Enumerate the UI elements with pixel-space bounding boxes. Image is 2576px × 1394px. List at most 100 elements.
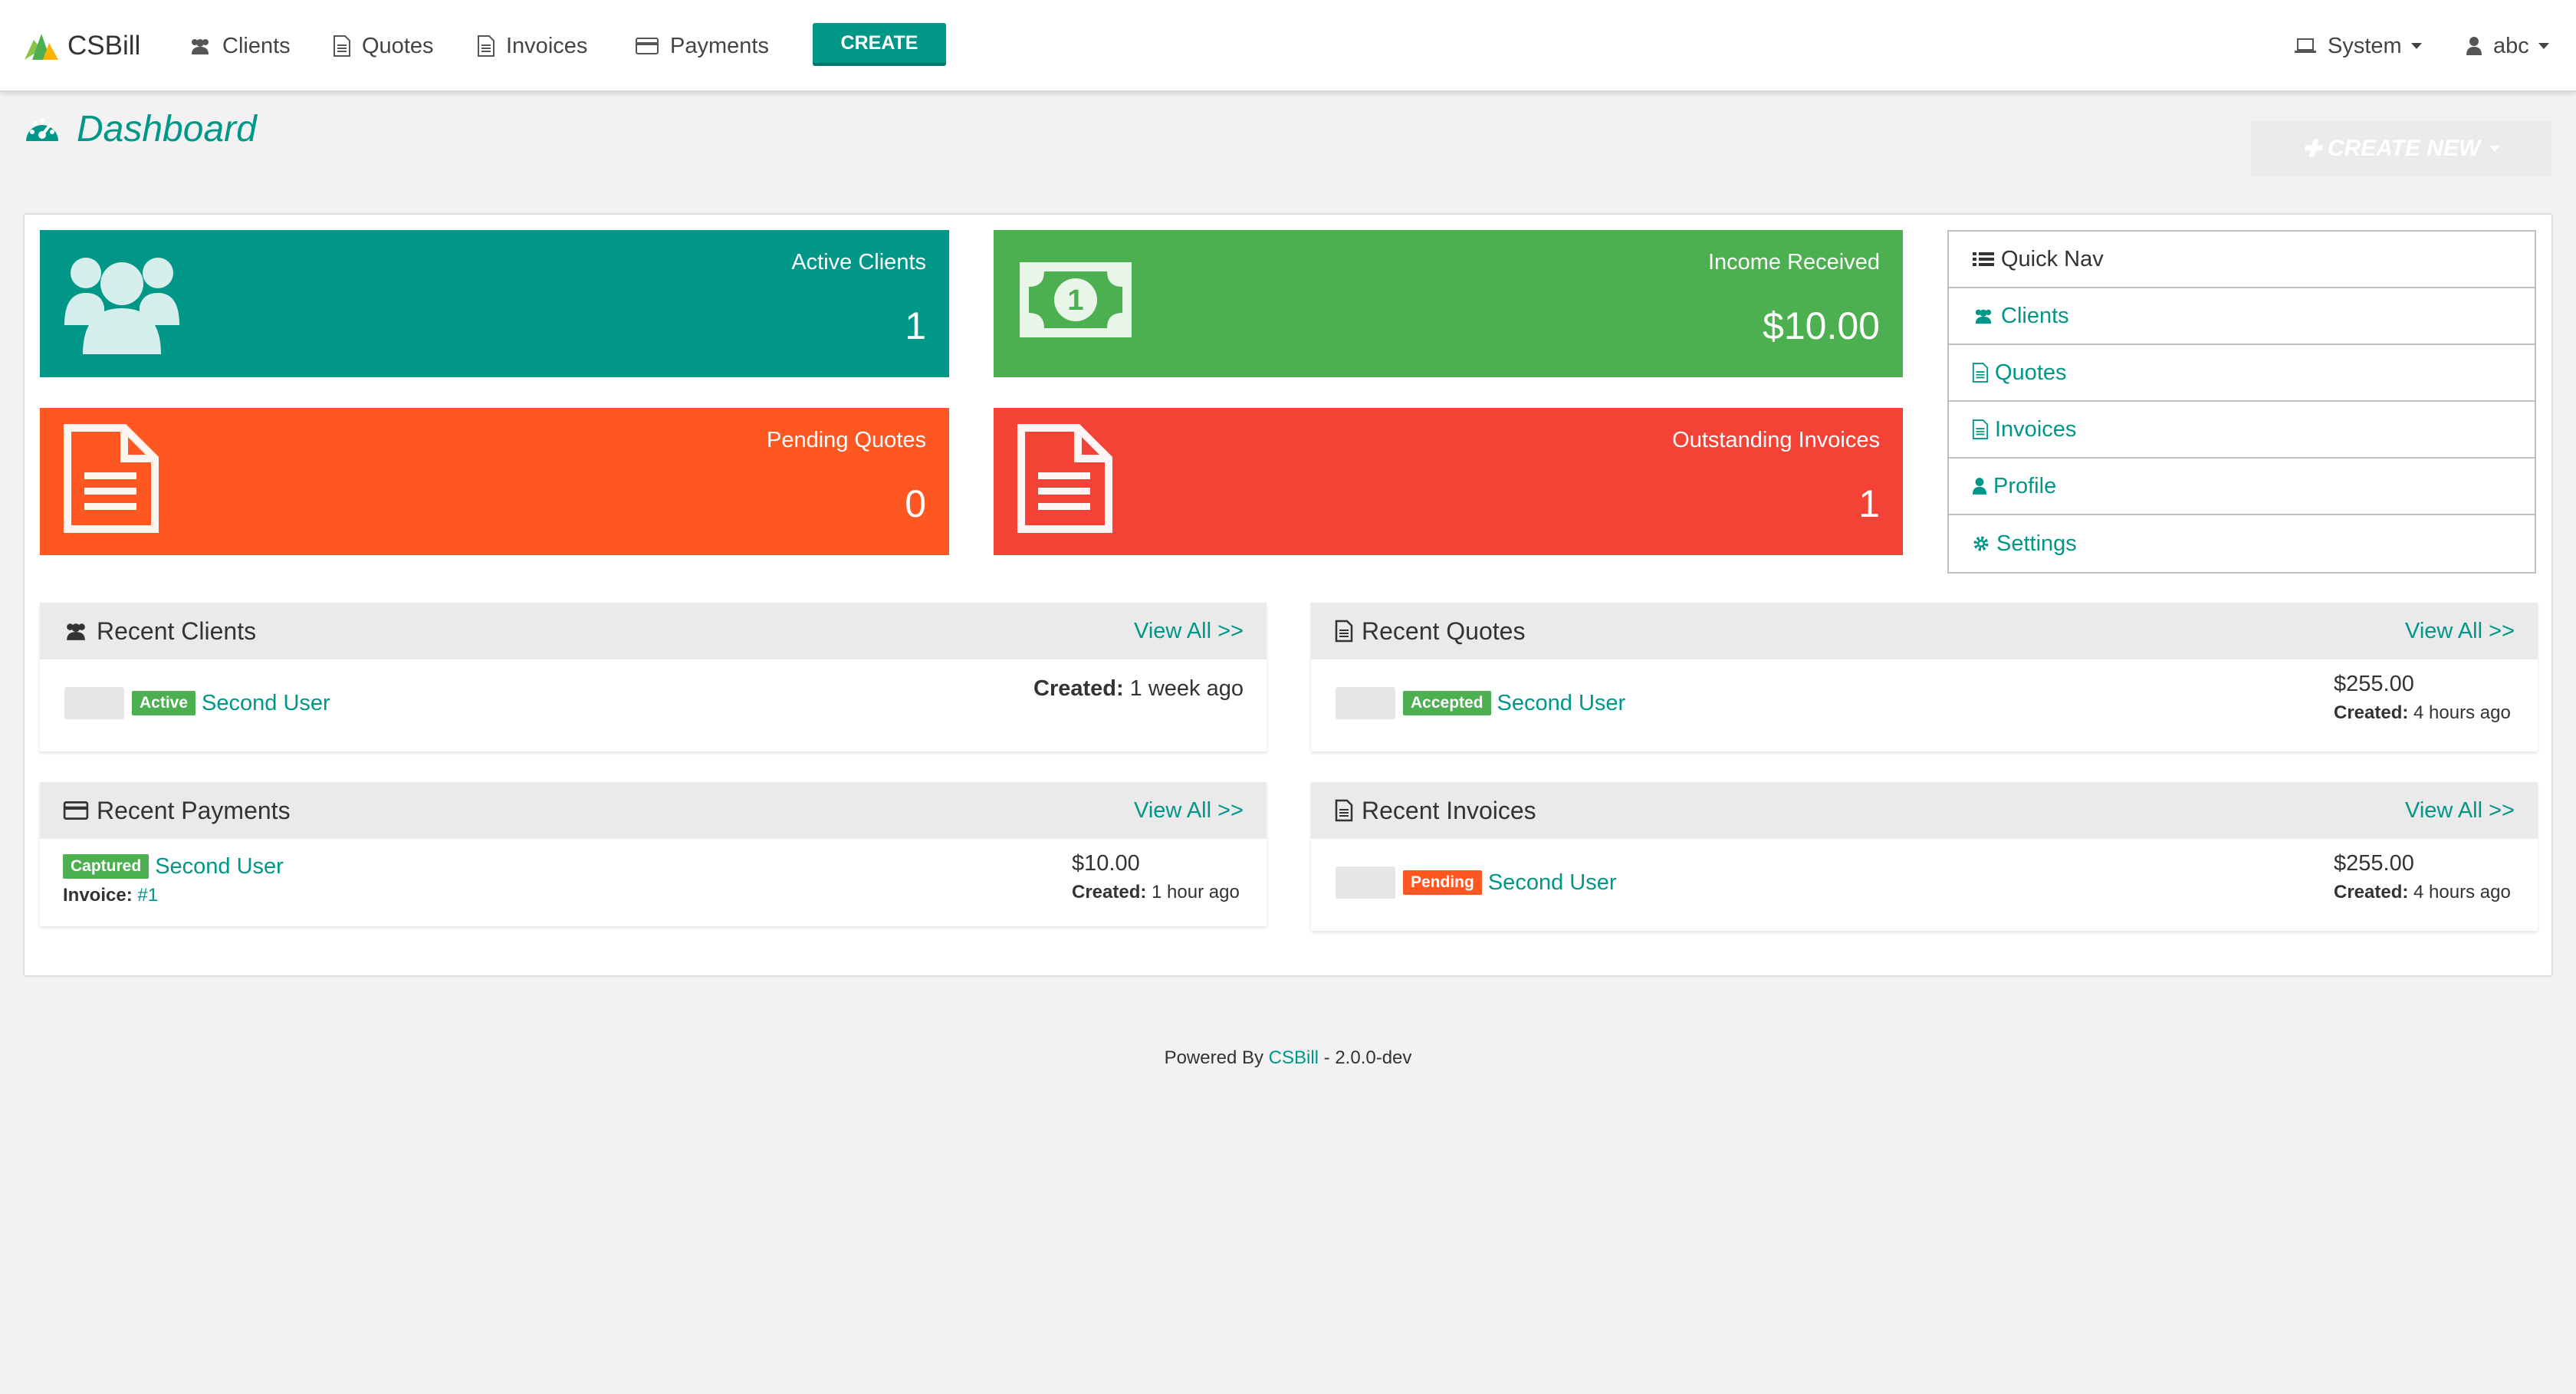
file-text-icon: [64, 424, 159, 533]
view-all-link[interactable]: View All >>: [1134, 619, 1244, 644]
quick-nav-label: Profile: [1993, 473, 2057, 498]
logo-icon: [25, 34, 58, 60]
chevron-down-icon: [2538, 43, 2549, 49]
invoice-meta: $255.00 Created: 4 hours ago: [2334, 851, 2511, 908]
avatar: [1336, 866, 1395, 899]
tile-value: 0: [905, 482, 926, 525]
created-info: Created: 4 hours ago: [2334, 882, 2511, 908]
quote-meta: $255.00 Created: 4 hours ago: [2334, 672, 2511, 728]
created-label: Created:: [2334, 882, 2409, 902]
quote-row: Accepted Second User: [1403, 685, 1625, 721]
quick-nav-clients[interactable]: Clients: [1949, 288, 2535, 345]
dashboard-icon: [26, 118, 58, 141]
box-title-text: Recent Payments: [97, 796, 291, 824]
tile-label: Pending Quotes: [767, 428, 926, 452]
box-title: Recent Clients: [63, 617, 256, 646]
recent-invoices-box: Recent Invoices View All >> Pending Seco…: [1311, 782, 2538, 931]
avatar: [1336, 687, 1395, 719]
box-header: Recent Quotes View All >>: [1311, 603, 2538, 659]
file-text-icon: [1335, 620, 1353, 643]
amount: $10.00: [1072, 851, 1140, 876]
box-header: Recent Invoices View All >>: [1311, 782, 2538, 839]
tile-label: Outstanding Invoices: [1672, 428, 1880, 452]
quick-nav-label: Settings: [1996, 531, 2077, 556]
nav-payments-label: Payments: [670, 33, 769, 58]
created-label: Created:: [1033, 676, 1124, 701]
footer-link[interactable]: CSBill: [1269, 1047, 1319, 1068]
quick-nav-label: Invoices: [1995, 416, 2077, 442]
recent-quotes-box: Recent Quotes View All >> Accepted Secon…: [1311, 603, 2538, 751]
client-row: Active Second User: [132, 685, 330, 721]
nav-invoices-label: Invoices: [506, 33, 588, 58]
nav-invoices[interactable]: Invoices: [477, 31, 587, 61]
system-menu[interactable]: System: [2294, 31, 2422, 61]
view-all-link[interactable]: View All >>: [2405, 619, 2515, 644]
invoice-row: Pending Second User: [1403, 865, 1617, 900]
file-text-icon: [478, 35, 495, 57]
user-icon: [2466, 37, 2482, 55]
quick-nav-invoices[interactable]: Invoices: [1949, 402, 2535, 459]
client-link[interactable]: Second User: [1497, 691, 1626, 716]
quick-nav-header: Quick Nav: [1949, 232, 2535, 288]
quick-nav-profile[interactable]: Profile: [1949, 459, 2535, 515]
nav-quotes[interactable]: Quotes: [333, 31, 434, 61]
amount: $255.00: [2334, 851, 2414, 876]
view-all-link[interactable]: View All >>: [2405, 798, 2515, 824]
status-badge: Active: [132, 691, 196, 715]
top-navbar: CSBill Clients Quotes Invoices Payments …: [0, 0, 2576, 92]
credit-card-icon: [636, 38, 659, 54]
box-header: Recent Clients View All >>: [40, 603, 1267, 659]
quick-nav-label: Clients: [2001, 303, 2069, 328]
payment-meta: $10.00 Created: 1 hour ago: [1072, 851, 1240, 908]
page-title: Dashboard: [23, 106, 257, 152]
tile-income-received[interactable]: 1 Income Received $10.00: [994, 230, 1903, 377]
nav-clients-label: Clients: [222, 33, 291, 58]
users-icon: [1975, 309, 1992, 324]
credit-card-icon: [63, 801, 89, 820]
status-badge: Captured: [63, 854, 150, 879]
nav-clients[interactable]: Clients: [189, 31, 291, 61]
brand[interactable]: CSBill: [23, 26, 140, 66]
client-link[interactable]: Second User: [202, 691, 330, 716]
tile-value: 1: [1858, 482, 1880, 525]
tile-pending-quotes[interactable]: Pending Quotes 0: [40, 408, 949, 555]
list-icon: [1973, 252, 1994, 266]
file-text-icon: [1335, 799, 1353, 822]
status-badge: Accepted: [1403, 691, 1491, 715]
invoice-link[interactable]: #1: [137, 885, 158, 906]
svg-text:1: 1: [1067, 284, 1083, 317]
invoice-info: Invoice: #1: [63, 885, 158, 906]
recent-payments-box: Recent Payments View All >> Captured Sec…: [40, 782, 1267, 926]
view-all-link[interactable]: View All >>: [1134, 798, 1244, 824]
amount: $255.00: [2334, 672, 2414, 696]
quick-nav-quotes[interactable]: Quotes: [1949, 345, 2535, 402]
tile-outstanding-invoices[interactable]: Outstanding Invoices 1: [994, 408, 1903, 555]
recent-clients-box: Recent Clients View All >> Active Second…: [40, 603, 1267, 751]
client-link[interactable]: Second User: [1488, 870, 1617, 896]
created-value: 4 hours ago: [2413, 702, 2511, 723]
page-title-text: Dashboard: [77, 108, 257, 150]
create-button[interactable]: CREATE: [813, 23, 946, 66]
client-link[interactable]: Second User: [155, 854, 284, 879]
system-menu-label: System: [2328, 33, 2402, 58]
nav-payments[interactable]: Payments: [635, 31, 769, 61]
create-new-button[interactable]: ✚ CREATE NEW: [2251, 121, 2551, 176]
file-text-icon: [1017, 424, 1112, 533]
quick-nav-settings[interactable]: Settings: [1949, 515, 2535, 572]
tile-value: $10.00: [1763, 304, 1880, 347]
footer-prefix: Powered By: [1164, 1047, 1263, 1068]
payment-row: Captured Second User: [63, 851, 284, 882]
avatar: [64, 687, 124, 719]
user-menu[interactable]: abc: [2466, 31, 2549, 61]
file-text-icon: [1972, 419, 1989, 439]
file-text-icon: [1972, 363, 1989, 383]
box-title: Recent Payments: [63, 797, 291, 825]
brand-name: CSBill: [67, 31, 141, 61]
quick-nav: Quick Nav Clients Quotes Invoices Profil…: [1947, 230, 2536, 574]
plus-icon: ✚: [2302, 136, 2321, 162]
nav-quotes-label: Quotes: [362, 33, 434, 58]
footer-version: - 2.0.0-dev: [1323, 1047, 1412, 1068]
user-menu-label: abc: [2493, 33, 2529, 58]
invoice-label: Invoice:: [63, 885, 133, 906]
tile-active-clients[interactable]: Active Clients 1: [40, 230, 949, 377]
